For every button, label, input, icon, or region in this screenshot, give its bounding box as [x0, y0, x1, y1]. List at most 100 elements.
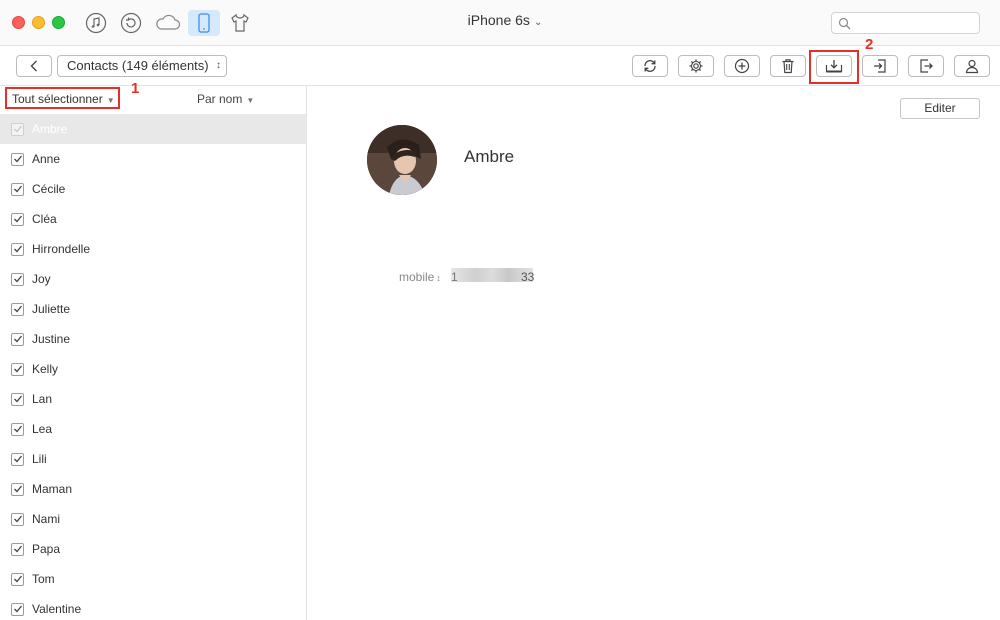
close-window-button[interactable] — [12, 16, 25, 29]
chevron-down-icon: ⌄ — [533, 17, 543, 28]
contact-checkbox[interactable] — [11, 302, 24, 316]
checkmark-icon — [13, 185, 22, 193]
refresh-icon — [644, 60, 656, 72]
checkmark-icon — [13, 515, 22, 523]
contact-checkbox[interactable] — [11, 482, 24, 496]
contact-checkbox[interactable] — [11, 542, 24, 556]
contact-name: Joy — [32, 272, 51, 286]
contact-checkbox[interactable] — [11, 422, 24, 436]
checkmark-icon — [13, 215, 22, 223]
title-bar: iPhone 6s ⌄ — [0, 0, 1000, 46]
contact-list-item[interactable]: Tom — [0, 564, 306, 594]
settings-button[interactable] — [678, 55, 714, 77]
contact-list-item[interactable]: Cléa — [0, 204, 306, 234]
highlight-select-all — [5, 87, 120, 109]
search-input[interactable] — [831, 12, 980, 34]
checkmark-icon — [13, 425, 22, 433]
refresh-button[interactable] — [632, 55, 668, 77]
export-icon — [920, 59, 933, 73]
contact-name: Lea — [32, 422, 53, 436]
checkmark-icon — [13, 575, 22, 583]
tshirt-icon[interactable] — [225, 10, 255, 36]
music-note-icon[interactable] — [81, 10, 111, 36]
checkmark-icon — [13, 335, 22, 343]
contact-list-item[interactable]: Maman — [0, 474, 306, 504]
contact-checkbox[interactable] — [11, 152, 24, 166]
contact-checkbox[interactable] — [11, 242, 24, 256]
import-button[interactable] — [862, 55, 898, 77]
contact-list-item[interactable]: Valentine — [0, 594, 306, 620]
search-icon — [838, 17, 851, 30]
contact-name: Cléa — [32, 212, 57, 226]
contact-list-item[interactable]: Lili — [0, 444, 306, 474]
cloud-icon[interactable] — [153, 10, 183, 36]
sort-dropdown[interactable]: Par nom ▼ — [197, 92, 254, 106]
phone-number-prefix: 1 — [451, 270, 458, 284]
contact-name: Maman — [32, 482, 73, 496]
contact-name: Valentine — [32, 602, 82, 616]
contact-button[interactable] — [954, 55, 990, 77]
export-button[interactable] — [908, 55, 944, 77]
contact-name: Juliette — [32, 302, 71, 316]
contact-checkbox[interactable] — [11, 602, 24, 616]
phone-type-select[interactable]: mobile ↕ — [399, 270, 441, 284]
device-selector[interactable]: iPhone 6s ⌄ — [440, 12, 570, 28]
contact-checkbox[interactable] — [11, 512, 24, 526]
phone-number-suffix: 33 — [521, 270, 535, 284]
checkmark-icon — [13, 275, 22, 283]
contact-list-item[interactable]: Anne — [0, 144, 306, 174]
contact-list-item[interactable]: Lea — [0, 414, 306, 444]
add-button[interactable] — [724, 55, 760, 77]
contact-checkbox[interactable] — [11, 332, 24, 346]
contact-list-item[interactable]: Joy — [0, 264, 306, 294]
contact-name: Nami — [32, 512, 61, 526]
category-select[interactable]: Contacts (149 éléments) ↕ — [57, 55, 227, 77]
contact-name: Papa — [32, 542, 61, 556]
add-icon — [734, 58, 750, 74]
step-number-1: 1 — [131, 80, 140, 97]
contact-checkbox[interactable] — [11, 272, 24, 286]
contact-list-item[interactable]: Kelly — [0, 354, 306, 384]
contact-name: Lan — [32, 392, 53, 406]
highlight-export-button — [809, 50, 859, 84]
contact-list-item[interactable]: Lan — [0, 384, 306, 414]
app-window: iPhone 6s ⌄ Contacts (149 éléments) ↕ To… — [0, 0, 1000, 620]
contact-list-item[interactable]: Justine — [0, 324, 306, 354]
restore-icon[interactable] — [116, 10, 146, 36]
contact-checkbox[interactable] — [11, 572, 24, 586]
contact-list-item[interactable]: Nami — [0, 504, 306, 534]
contact-detail-pane: Editer Ambre mobile ↕ 1 33 — [307, 86, 1000, 620]
edit-button[interactable]: Editer — [900, 98, 980, 119]
contact-checkbox[interactable] — [11, 392, 24, 406]
back-button[interactable] — [16, 55, 52, 77]
checkmark-icon — [13, 545, 22, 553]
checkmark-icon — [13, 455, 22, 463]
contact-list-item[interactable]: Cécile — [0, 174, 306, 204]
triangle-down-icon: ▼ — [246, 96, 255, 105]
contact-checkbox[interactable] — [11, 122, 24, 136]
sort-label: Par nom — [197, 92, 243, 106]
contact-checkbox[interactable] — [11, 182, 24, 196]
contact-checkbox[interactable] — [11, 212, 24, 226]
contact-name: Ambre — [32, 122, 68, 136]
contact-checkbox[interactable] — [11, 362, 24, 376]
checkmark-icon — [13, 125, 22, 133]
checkmark-icon — [13, 305, 22, 313]
contact-list-item[interactable]: Hirrondelle — [0, 234, 306, 264]
minimize-window-button[interactable] — [32, 16, 45, 29]
contact-name: Tom — [32, 572, 55, 586]
delete-button[interactable] — [770, 55, 806, 77]
avatar — [367, 125, 437, 195]
contact-list-item[interactable]: Juliette — [0, 294, 306, 324]
checkmark-icon — [13, 155, 22, 163]
contact-name: Cécile — [32, 182, 66, 196]
settings-icon — [689, 59, 703, 73]
iphone-icon[interactable] — [188, 10, 220, 36]
contact-name: Kelly — [32, 362, 59, 376]
checkmark-icon — [13, 605, 22, 613]
maximize-window-button[interactable] — [52, 16, 65, 29]
contact-list-item[interactable]: Papa — [0, 534, 306, 564]
updown-arrow-icon: ↕ — [436, 273, 441, 283]
contact-checkbox[interactable] — [11, 452, 24, 466]
contact-list-item[interactable]: Ambre — [0, 114, 306, 144]
